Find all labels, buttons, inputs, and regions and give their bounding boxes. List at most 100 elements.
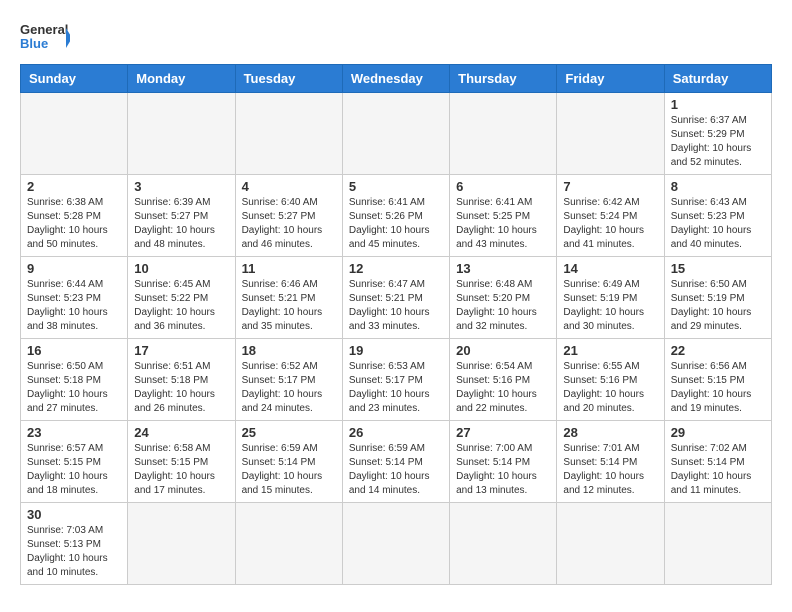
calendar-cell: 20 Sunrise: 6:54 AM Sunset: 5:16 PM Dayli… [450, 339, 557, 421]
calendar-cell: 17 Sunrise: 6:51 AM Sunset: 5:18 PM Dayli… [128, 339, 235, 421]
day-info: Sunrise: 6:44 AM Sunset: 5:23 PM Dayligh… [27, 278, 121, 334]
calendar-cell [450, 93, 557, 175]
calendar-cell: 5Sunrise: 6:41 AM Sunset: 5:26 PM Daylig… [342, 175, 449, 257]
day-number: 8 [671, 179, 765, 194]
calendar-cell [342, 93, 449, 175]
day-number: 28 [563, 425, 657, 440]
calendar-cell: 13 Sunrise: 6:48 AM Sunset: 5:20 PM Dayli… [450, 257, 557, 339]
day-info: Sunrise: 6:46 AM Sunset: 5:21 PM Dayligh… [242, 278, 336, 334]
calendar-cell: 28 Sunrise: 7:01 AM Sunset: 5:14 PM Dayli… [557, 421, 664, 503]
calendar-cell: 27Sunrise: 7:00 AM Sunset: 5:14 PM Dayli… [450, 421, 557, 503]
calendar-cell: 16Sunrise: 6:50 AM Sunset: 5:18 PM Dayli… [21, 339, 128, 421]
calendar-cell: 26 Sunrise: 6:59 AM Sunset: 5:14 PM Dayli… [342, 421, 449, 503]
day-info: Sunrise: 6:58 AM Sunset: 5:15 PM Dayligh… [134, 442, 228, 498]
day-number: 25 [242, 425, 336, 440]
day-info: Sunrise: 6:39 AM Sunset: 5:27 PM Dayligh… [134, 196, 228, 252]
day-number: 17 [134, 343, 228, 358]
day-number: 19 [349, 343, 443, 358]
calendar-cell [21, 93, 128, 175]
calendar-week-row: 23Sunrise: 6:57 AM Sunset: 5:15 PM Dayli… [21, 421, 772, 503]
day-number: 2 [27, 179, 121, 194]
day-number: 15 [671, 261, 765, 276]
day-info: Sunrise: 7:01 AM Sunset: 5:14 PM Dayligh… [563, 442, 657, 498]
calendar-cell: 25Sunrise: 6:59 AM Sunset: 5:14 PM Dayli… [235, 421, 342, 503]
day-info: Sunrise: 6:40 AM Sunset: 5:27 PM Dayligh… [242, 196, 336, 252]
calendar-week-row: 30Sunrise: 7:03 AM Sunset: 5:13 PM Dayli… [21, 503, 772, 585]
day-info: Sunrise: 7:03 AM Sunset: 5:13 PM Dayligh… [27, 524, 121, 580]
day-info: Sunrise: 6:55 AM Sunset: 5:16 PM Dayligh… [563, 360, 657, 416]
day-number: 10 [134, 261, 228, 276]
calendar-cell: 21 Sunrise: 6:55 AM Sunset: 5:16 PM Dayli… [557, 339, 664, 421]
day-info: Sunrise: 6:47 AM Sunset: 5:21 PM Dayligh… [349, 278, 443, 334]
day-number: 3 [134, 179, 228, 194]
day-number: 5 [349, 179, 443, 194]
day-number: 24 [134, 425, 228, 440]
day-info: Sunrise: 6:45 AM Sunset: 5:22 PM Dayligh… [134, 278, 228, 334]
calendar-cell: 2 Sunrise: 6:38 AM Sunset: 5:28 PM Daylig… [21, 175, 128, 257]
calendar-cell: 23Sunrise: 6:57 AM Sunset: 5:15 PM Dayli… [21, 421, 128, 503]
day-info: Sunrise: 6:57 AM Sunset: 5:15 PM Dayligh… [27, 442, 121, 498]
calendar-cell: 1 Sunrise: 6:37 AM Sunset: 5:29 PM Daylig… [664, 93, 771, 175]
day-number: 11 [242, 261, 336, 276]
calendar-cell [235, 503, 342, 585]
logo-svg: General Blue [20, 20, 70, 54]
day-info: Sunrise: 6:59 AM Sunset: 5:14 PM Dayligh… [349, 442, 443, 498]
day-info: Sunrise: 6:52 AM Sunset: 5:17 PM Dayligh… [242, 360, 336, 416]
calendar-cell [235, 93, 342, 175]
day-info: Sunrise: 6:51 AM Sunset: 5:18 PM Dayligh… [134, 360, 228, 416]
day-info: Sunrise: 6:42 AM Sunset: 5:24 PM Dayligh… [563, 196, 657, 252]
day-info: Sunrise: 6:56 AM Sunset: 5:15 PM Dayligh… [671, 360, 765, 416]
day-number: 9 [27, 261, 121, 276]
calendar-cell: 7 Sunrise: 6:42 AM Sunset: 5:24 PM Daylig… [557, 175, 664, 257]
svg-text:Blue: Blue [20, 36, 48, 51]
day-info: Sunrise: 7:02 AM Sunset: 5:14 PM Dayligh… [671, 442, 765, 498]
calendar-cell: 6Sunrise: 6:41 AM Sunset: 5:25 PM Daylig… [450, 175, 557, 257]
calendar-cell: 10 Sunrise: 6:45 AM Sunset: 5:22 PM Dayli… [128, 257, 235, 339]
svg-text:General: General [20, 22, 68, 37]
day-of-week-header: Saturday [664, 65, 771, 93]
day-number: 12 [349, 261, 443, 276]
day-info: Sunrise: 6:43 AM Sunset: 5:23 PM Dayligh… [671, 196, 765, 252]
day-number: 18 [242, 343, 336, 358]
day-info: Sunrise: 6:54 AM Sunset: 5:16 PM Dayligh… [456, 360, 550, 416]
day-of-week-header: Sunday [21, 65, 128, 93]
day-number: 21 [563, 343, 657, 358]
day-info: Sunrise: 7:00 AM Sunset: 5:14 PM Dayligh… [456, 442, 550, 498]
calendar-cell: 18 Sunrise: 6:52 AM Sunset: 5:17 PM Dayli… [235, 339, 342, 421]
calendar-cell: 22 Sunrise: 6:56 AM Sunset: 5:15 PM Dayli… [664, 339, 771, 421]
calendar-cell [342, 503, 449, 585]
calendar-week-row: 2 Sunrise: 6:38 AM Sunset: 5:28 PM Daylig… [21, 175, 772, 257]
calendar-cell [450, 503, 557, 585]
calendar-cell [128, 93, 235, 175]
day-number: 22 [671, 343, 765, 358]
calendar-cell: 14Sunrise: 6:49 AM Sunset: 5:19 PM Dayli… [557, 257, 664, 339]
day-info: Sunrise: 6:38 AM Sunset: 5:28 PM Dayligh… [27, 196, 121, 252]
calendar-cell: 8 Sunrise: 6:43 AM Sunset: 5:23 PM Daylig… [664, 175, 771, 257]
day-number: 7 [563, 179, 657, 194]
calendar-cell [557, 93, 664, 175]
day-number: 14 [563, 261, 657, 276]
page-header: General Blue [20, 20, 772, 54]
calendar-cell: 30Sunrise: 7:03 AM Sunset: 5:13 PM Dayli… [21, 503, 128, 585]
day-info: Sunrise: 6:53 AM Sunset: 5:17 PM Dayligh… [349, 360, 443, 416]
day-number: 26 [349, 425, 443, 440]
calendar-cell: 12 Sunrise: 6:47 AM Sunset: 5:21 PM Dayli… [342, 257, 449, 339]
day-number: 20 [456, 343, 550, 358]
day-info: Sunrise: 6:37 AM Sunset: 5:29 PM Dayligh… [671, 114, 765, 170]
calendar-cell: 9 Sunrise: 6:44 AM Sunset: 5:23 PM Daylig… [21, 257, 128, 339]
day-of-week-header: Wednesday [342, 65, 449, 93]
calendar-cell [557, 503, 664, 585]
calendar-table: SundayMondayTuesdayWednesdayThursdayFrid… [20, 64, 772, 585]
day-number: 1 [671, 97, 765, 112]
day-info: Sunrise: 6:41 AM Sunset: 5:25 PM Dayligh… [456, 196, 550, 252]
calendar-cell: 19 Sunrise: 6:53 AM Sunset: 5:17 PM Dayli… [342, 339, 449, 421]
calendar-cell: 3 Sunrise: 6:39 AM Sunset: 5:27 PM Daylig… [128, 175, 235, 257]
calendar-cell: 4Sunrise: 6:40 AM Sunset: 5:27 PM Daylig… [235, 175, 342, 257]
calendar-week-row: 16Sunrise: 6:50 AM Sunset: 5:18 PM Dayli… [21, 339, 772, 421]
day-number: 13 [456, 261, 550, 276]
calendar-cell [128, 503, 235, 585]
day-info: Sunrise: 6:48 AM Sunset: 5:20 PM Dayligh… [456, 278, 550, 334]
calendar-week-row: 9 Sunrise: 6:44 AM Sunset: 5:23 PM Daylig… [21, 257, 772, 339]
calendar-cell: 29Sunrise: 7:02 AM Sunset: 5:14 PM Dayli… [664, 421, 771, 503]
day-of-week-header: Thursday [450, 65, 557, 93]
